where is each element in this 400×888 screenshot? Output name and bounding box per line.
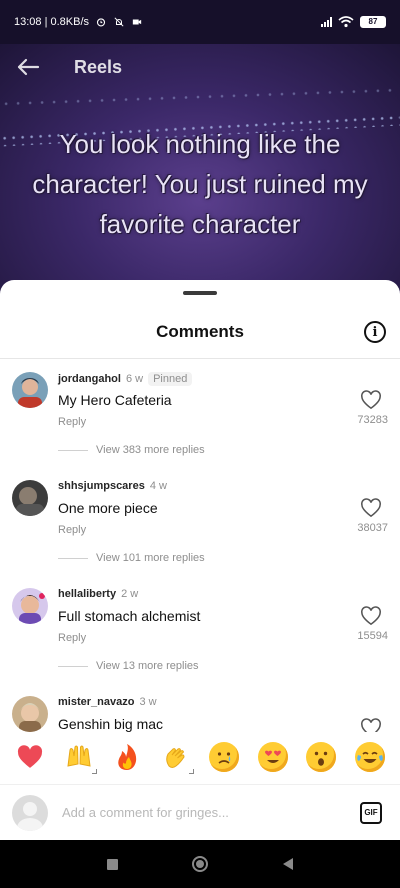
heart-eyes-emoji-button[interactable] — [257, 742, 288, 772]
comment-text: My Hero Cafeteria — [58, 392, 172, 408]
comment-username[interactable]: mister_navazo — [58, 696, 134, 708]
comments-sheet: Comments i jordangahol 6 w Pinned My Her… — [0, 280, 400, 840]
battery-icon: 87 — [360, 16, 386, 28]
raising-hands-emoji-button[interactable] — [64, 742, 97, 774]
bell-off-icon — [114, 17, 124, 27]
divider — [58, 665, 88, 667]
comment-text: One more piece — [58, 500, 158, 516]
comment-meta: mister_navazo 3 w — [58, 696, 157, 708]
like-count: 15594 — [357, 630, 388, 642]
reels-header: Reels — [0, 54, 400, 80]
comment-meta: jordangahol 6 w Pinned — [58, 372, 193, 386]
view-replies-button[interactable]: View 13 more replies — [58, 660, 199, 672]
sheet-title: Comments — [156, 322, 244, 341]
status-left: 13:08 | 0.8KB/s — [14, 16, 143, 28]
comment-time: 2 w — [121, 588, 139, 600]
comment-text: Genshin big mac — [58, 716, 164, 732]
reply-button[interactable]: Reply — [58, 524, 86, 536]
comment-item: jordangahol 6 w Pinned My Hero Cafeteria… — [0, 366, 400, 466]
avatar[interactable] — [12, 372, 48, 408]
reply-button[interactable]: Reply — [58, 632, 86, 644]
like-count: 73283 — [357, 414, 388, 426]
comment-item: mister_navazo 3 w Genshin big mac — [0, 690, 400, 732]
comment-input[interactable] — [62, 805, 360, 820]
reel-video[interactable]: Reels You look nothing like the characte… — [0, 44, 400, 304]
info-icon[interactable]: i — [364, 321, 386, 343]
status-right: 87 — [321, 16, 386, 28]
skin-tone-indicator — [188, 769, 194, 774]
video-caption: You look nothing like the character! You… — [32, 129, 368, 239]
heart-emoji-button[interactable] — [15, 742, 45, 772]
sparkle-decoration — [0, 87, 400, 107]
signal-icon — [321, 17, 332, 27]
system-nav-bar — [0, 840, 400, 888]
recent-apps-button[interactable] — [107, 858, 119, 870]
alarm-icon — [96, 18, 106, 27]
back-button[interactable] — [0, 54, 56, 80]
view-replies-label: View 101 more replies — [96, 552, 205, 564]
heart-icon[interactable] — [360, 606, 382, 626]
comment-meta: shhsjumpscares 4 w — [58, 480, 167, 492]
heart-icon[interactable] — [360, 498, 382, 518]
view-replies-button[interactable]: View 101 more replies — [58, 552, 205, 564]
divider — [58, 449, 88, 451]
pinned-badge: Pinned — [148, 372, 193, 386]
status-bar: 13:08 | 0.8KB/s 87 — [0, 0, 400, 44]
comment-item: hellaliberty 2 w Full stomach alchemist … — [0, 582, 400, 682]
heart-icon[interactable] — [360, 390, 382, 410]
avatar[interactable] — [12, 480, 48, 516]
view-replies-label: View 383 more replies — [96, 444, 205, 456]
home-button[interactable] — [192, 856, 209, 872]
system-back-button[interactable] — [282, 858, 293, 870]
comment-username[interactable]: hellaliberty — [58, 588, 116, 600]
camera-icon — [132, 19, 142, 25]
arrow-left-icon — [17, 58, 40, 76]
avatar[interactable] — [12, 696, 48, 732]
comment-username[interactable]: shhsjumpscares — [58, 480, 145, 492]
skin-tone-indicator — [91, 769, 97, 774]
wifi-icon — [338, 16, 354, 28]
status-time: 13:08 | 0.8KB/s — [14, 16, 90, 28]
comment-meta: hellaliberty 2 w — [58, 588, 138, 600]
gif-button[interactable]: GIF — [360, 801, 382, 824]
like-count: 38037 — [357, 522, 388, 534]
comment-input-row: GIF — [0, 784, 400, 840]
clapping-hands-emoji-button[interactable] — [161, 742, 194, 774]
comment-username[interactable]: jordangahol — [58, 373, 121, 385]
comment-time: 6 w — [125, 373, 144, 385]
surprised-face-emoji-button[interactable] — [306, 742, 337, 772]
sheet-header: Comments i — [0, 314, 400, 350]
comment-time: 4 w — [149, 480, 167, 492]
comment-item: shhsjumpscares 4 w One more piece Reply … — [0, 474, 400, 574]
crying-face-emoji-button[interactable] — [209, 742, 240, 772]
my-avatar — [12, 794, 48, 831]
divider — [58, 557, 88, 559]
comment-time: 3 w — [139, 696, 157, 708]
avatar[interactable] — [12, 588, 48, 624]
reply-button[interactable]: Reply — [58, 416, 86, 428]
page-title: Reels — [74, 56, 123, 77]
heart-icon[interactable] — [360, 718, 382, 732]
view-replies-label: View 13 more replies — [96, 660, 199, 672]
view-replies-button[interactable]: View 383 more replies — [58, 444, 205, 456]
emoji-bar — [0, 732, 400, 782]
sheet-drag-handle[interactable] — [183, 291, 217, 295]
comment-text: Full stomach alchemist — [58, 608, 201, 624]
fire-emoji-button[interactable] — [112, 742, 142, 772]
tears-of-joy-emoji-button[interactable] — [354, 742, 385, 772]
divider — [0, 358, 400, 359]
